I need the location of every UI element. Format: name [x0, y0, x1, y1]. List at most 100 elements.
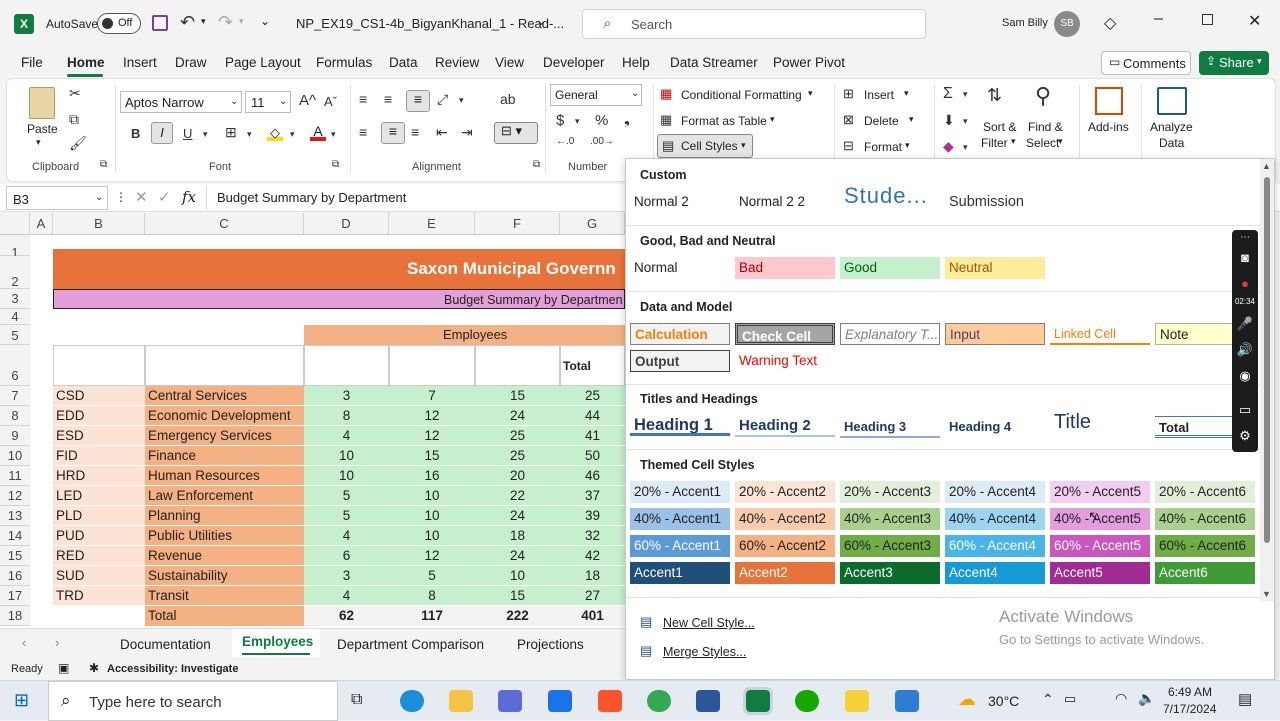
sheet-tab-documentation[interactable]: Documentation [120, 637, 211, 652]
value-d[interactable]: 4 [304, 526, 389, 546]
borders-dropdown-icon[interactable]: ▾ [247, 129, 252, 140]
taskbar-search[interactable]: ⌕ Type here to search [48, 681, 338, 721]
weather-temp[interactable]: 30°C [988, 693, 1019, 709]
row-header[interactable]: 15 [0, 546, 30, 566]
brave-icon[interactable] [598, 690, 622, 712]
close-icon[interactable]: ✕ [1248, 11, 1261, 31]
style-heading-4[interactable]: Heading 4 [945, 416, 1045, 438]
style-linked-cell[interactable]: Linked Cell [1050, 323, 1150, 345]
row-header[interactable]: 9 [0, 426, 30, 446]
underline-dropdown-icon[interactable]: ▾ [203, 129, 208, 140]
bold-button[interactable]: B [131, 126, 140, 141]
upwork-icon[interactable] [795, 690, 819, 712]
format-cells-icon[interactable]: ⊟ [843, 138, 854, 154]
value-e[interactable]: 10 [389, 506, 475, 526]
orientation-icon[interactable]: ⤢ [437, 91, 448, 108]
word-icon[interactable] [696, 690, 720, 712]
total-row-e[interactable]: 117 [389, 606, 475, 626]
paste-icon[interactable] [29, 87, 55, 119]
style-input[interactable]: Input [945, 323, 1045, 345]
value-d[interactable]: 4 [304, 586, 389, 606]
format-as-table-dropdown-icon[interactable]: ▾ [770, 114, 775, 125]
tab-home[interactable]: Home [67, 55, 105, 70]
style-note[interactable]: Note [1155, 323, 1233, 345]
style-normal-2-2[interactable]: Normal 2 2 [735, 191, 835, 213]
value-g[interactable]: 46 [560, 466, 625, 486]
column-header[interactable]: F [475, 213, 560, 235]
style-total[interactable]: Total [1155, 416, 1233, 438]
value-e[interactable]: 12 [389, 406, 475, 426]
style-check-cell[interactable]: Check Cell [735, 323, 835, 345]
row-header[interactable]: 4 [0, 309, 30, 325]
style-student[interactable]: Stude... [840, 185, 940, 207]
filename-dropdown-icon[interactable]: ⌄ [536, 14, 546, 28]
clear-icon[interactable]: ◆ [943, 138, 954, 155]
scroll-thumb[interactable] [1264, 177, 1270, 543]
align-left-icon[interactable]: ≡ [359, 124, 367, 140]
tab-data-streamer[interactable]: Data Streamer [670, 55, 758, 70]
font-size-select[interactable]: 11 ⌄ [245, 91, 291, 113]
tab-page-layout[interactable]: Page Layout [225, 55, 301, 70]
sort-filter-button[interactable]: Sort & [983, 120, 1016, 134]
dept-name[interactable]: Central Services [145, 386, 304, 406]
share-button[interactable]: ⇪ Share ▾ [1199, 51, 1269, 75]
autosave-toggle[interactable]: Off [97, 13, 141, 34]
customize-qat-icon[interactable]: ⌄ [260, 14, 270, 28]
underline-button[interactable]: U [183, 126, 192, 141]
value-d[interactable]: 5 [304, 486, 389, 506]
value-g[interactable]: 50 [560, 446, 625, 466]
row-header[interactable]: 1 [0, 235, 30, 260]
windows-start-icon[interactable]: ⊞ [14, 690, 29, 711]
orientation-dropdown-icon[interactable]: ▾ [459, 95, 464, 106]
value-f[interactable]: 24 [475, 506, 560, 526]
autosum-icon[interactable]: Σ [943, 85, 953, 103]
column-header[interactable]: C [145, 213, 304, 235]
microphone-icon[interactable]: 🎤 [1232, 316, 1258, 332]
tab-draw[interactable]: Draw [175, 55, 207, 70]
weather-icon[interactable]: ☁ [958, 689, 976, 710]
tab-developer[interactable]: Developer [543, 55, 605, 70]
style-60-accent2[interactable]: 60% - Accent2 [735, 535, 835, 557]
row-header[interactable]: 7 [0, 386, 30, 406]
header-blank-b[interactable] [53, 345, 145, 386]
undo-icon[interactable]: ↶ [180, 12, 195, 33]
notification-icon[interactable]: ▤ [1238, 690, 1252, 708]
delete-cells-dropdown-icon[interactable]: ▾ [909, 114, 914, 125]
paste-dropdown-icon[interactable]: ▾ [36, 137, 41, 148]
webcam-icon[interactable]: ◉ [1232, 368, 1258, 384]
premium-diamond-icon[interactable]: ◇ [1104, 13, 1116, 33]
top-align-icon[interactable]: ≡ [359, 91, 367, 107]
value-f[interactable]: 24 [475, 406, 560, 426]
dept-code[interactable]: TRD [53, 586, 145, 606]
column-header[interactable]: D [304, 213, 389, 235]
font-name-select[interactable]: Aptos Narrow ⌄ [120, 91, 242, 113]
column-header[interactable]: B [53, 213, 145, 235]
row-header[interactable]: 2 [0, 256, 30, 289]
find-select-button[interactable]: Find & [1028, 120, 1063, 134]
style-60-accent3[interactable]: 60% - Accent3 [840, 535, 940, 557]
restore-icon[interactable] [1202, 14, 1213, 25]
style-good[interactable]: Good [840, 257, 940, 279]
style-heading-1[interactable]: Heading 1 [630, 414, 730, 436]
value-e[interactable]: 10 [389, 526, 475, 546]
value-g[interactable]: 18 [560, 566, 625, 586]
conditional-formatting-icon[interactable]: ▦ [660, 86, 672, 102]
employees-header[interactable]: Employees [304, 325, 625, 345]
borders-icon[interactable]: ⊞ [225, 124, 237, 141]
number-format-select[interactable]: General ⌄ [550, 84, 642, 106]
remote-app-icon[interactable] [895, 690, 919, 712]
tab-insert[interactable]: Insert [123, 55, 157, 70]
alignment-launcher-icon[interactable]: ⧉ [533, 159, 540, 170]
fill-color-icon[interactable]: ◇ [267, 125, 283, 141]
file-name[interactable]: NP_EX19_CS1-4b_BigyanKhanal_1 - Read-... [296, 16, 564, 31]
style-title[interactable]: Title [1050, 411, 1150, 433]
clock-date[interactable]: 7/17/2024 [1163, 702, 1216, 716]
merge-styles-item[interactable]: Merge Styles... [663, 645, 746, 659]
new-cell-style-item[interactable]: New Cell Style... [663, 616, 755, 630]
redo-dropdown-icon[interactable]: ▾ [239, 16, 244, 27]
camera-icon[interactable]: ◙ [1232, 250, 1258, 265]
confirm-entry-icon[interactable]: ✓ [158, 188, 171, 206]
file-explorer-icon[interactable] [449, 690, 473, 712]
copy-icon[interactable]: ⧉ [69, 111, 79, 128]
addins-button[interactable]: Add-ins [1088, 120, 1129, 134]
